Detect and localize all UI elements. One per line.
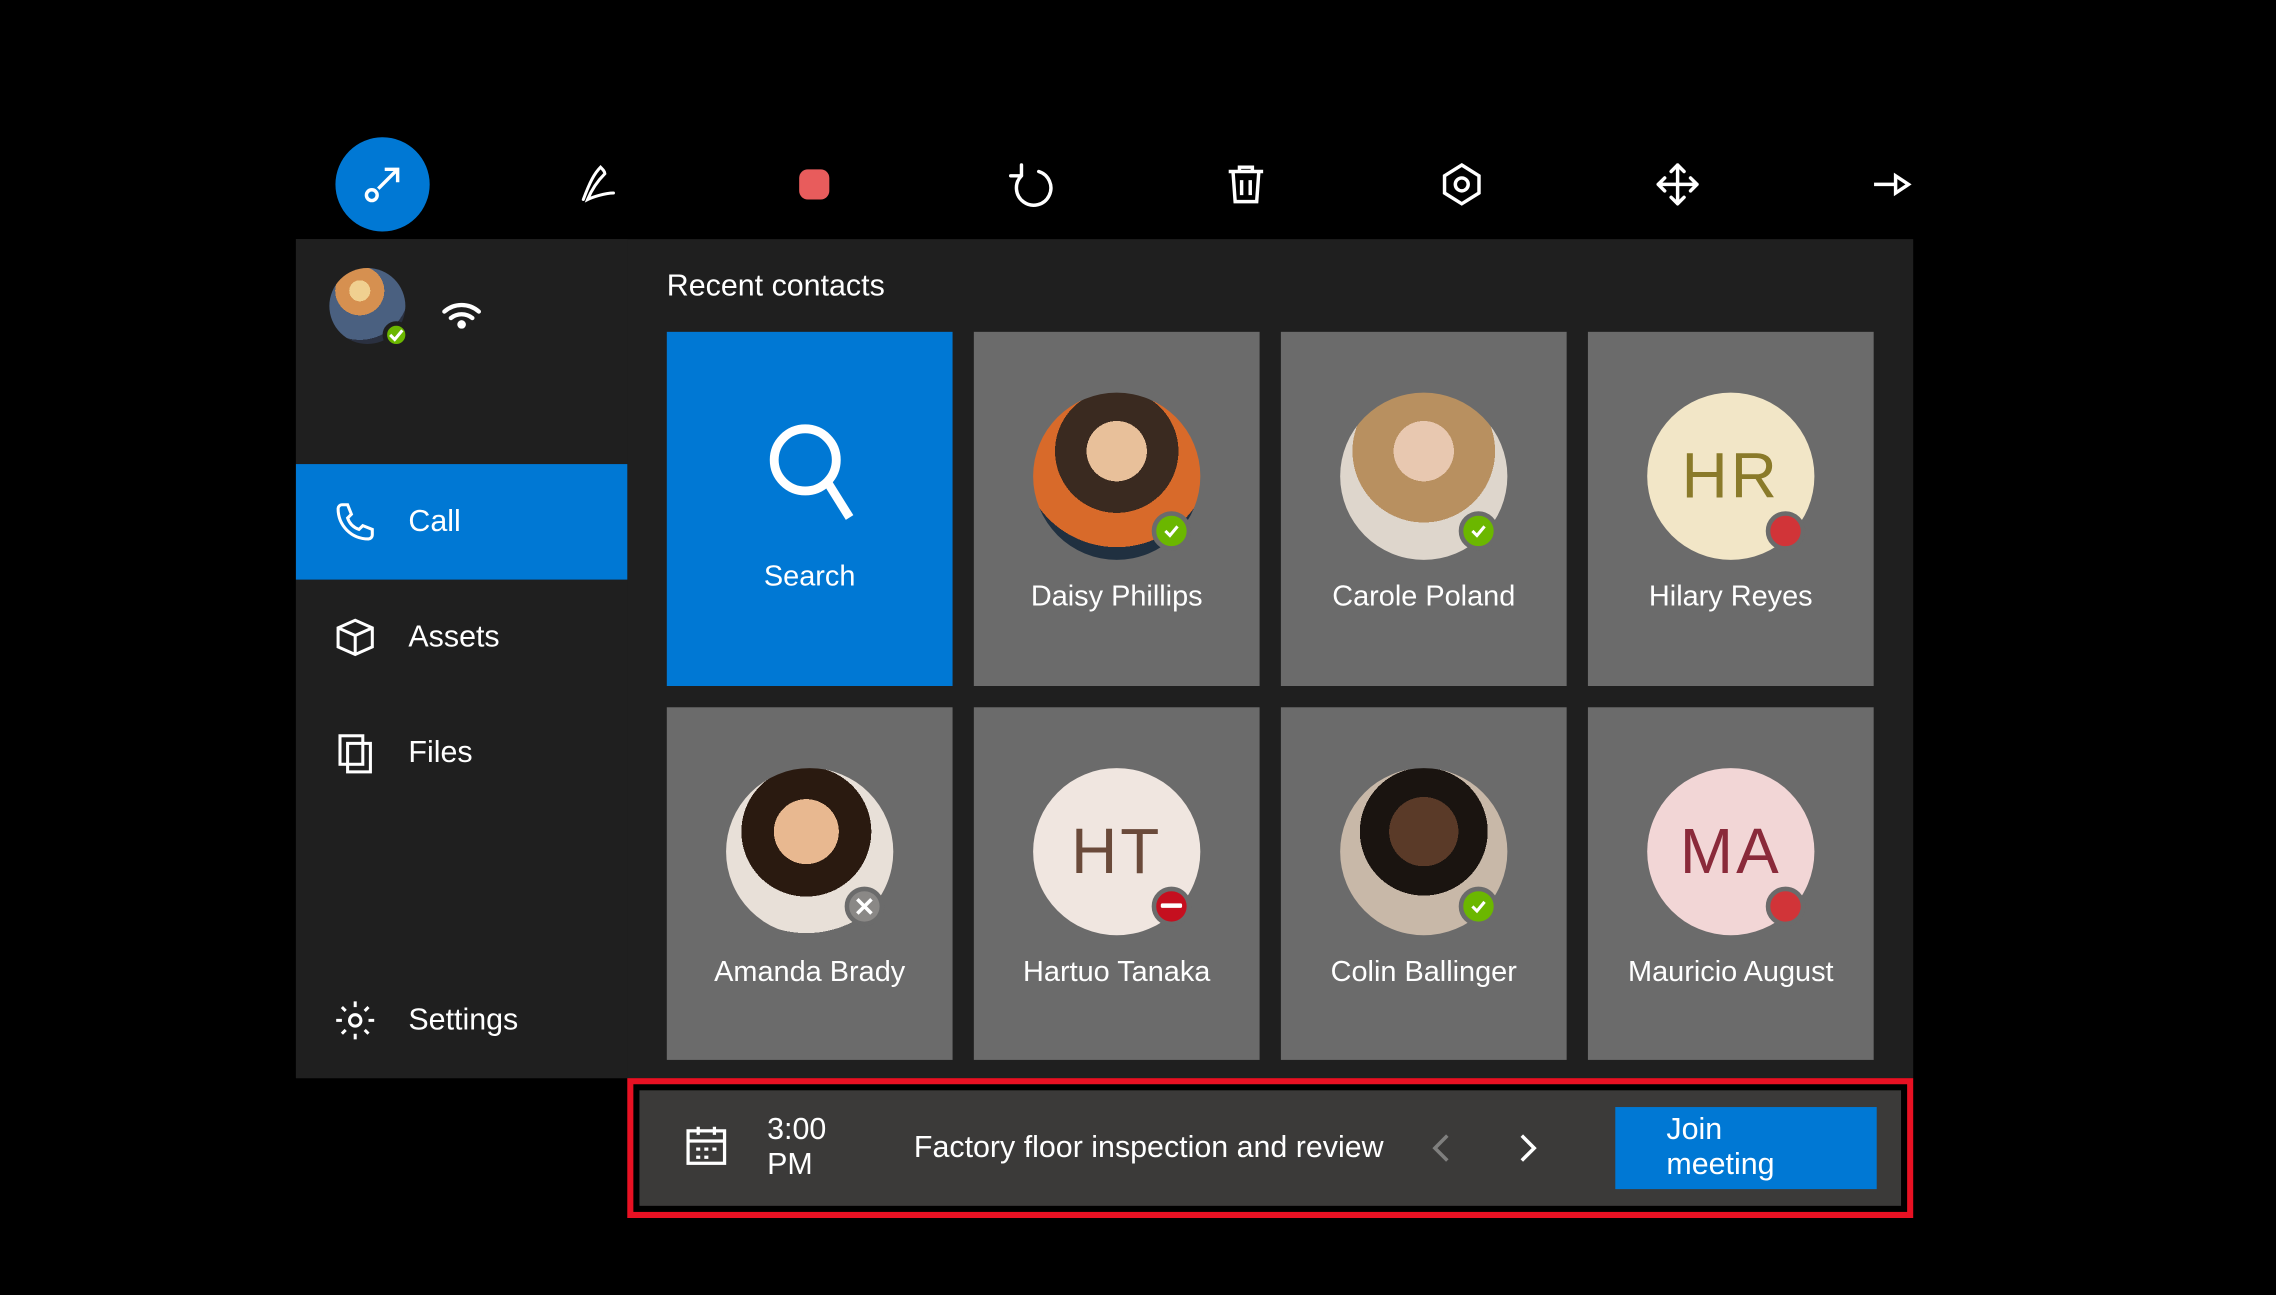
- meeting-title: Factory floor inspection and review: [914, 1130, 1384, 1165]
- pin-icon: [1868, 158, 1920, 210]
- search-label: Search: [764, 560, 856, 593]
- profile-area: [296, 239, 627, 373]
- files-icon: [332, 730, 378, 776]
- pin-button[interactable]: [1846, 137, 1940, 231]
- chevron-right-icon: [1505, 1126, 1548, 1169]
- main-panel: Recent contacts Search Daisy Phillips: [627, 239, 1913, 1078]
- user-avatar[interactable]: [329, 268, 405, 344]
- minimize-button[interactable]: [335, 137, 429, 231]
- toolbar: [13, 123, 2263, 245]
- ink-button[interactable]: [551, 137, 645, 231]
- gear-icon: [332, 997, 378, 1043]
- section-title: Recent contacts: [667, 269, 1874, 304]
- contact-avatar: [726, 767, 893, 934]
- contact-tile[interactable]: Colin Ballinger: [1281, 706, 1567, 1059]
- record-icon: [788, 158, 840, 210]
- contact-name: Amanda Brady: [714, 956, 905, 989]
- contact-name: Carole Poland: [1332, 581, 1515, 614]
- contact-tile[interactable]: Daisy Phillips: [974, 331, 1260, 684]
- package-icon: [332, 614, 378, 660]
- meeting-bar-highlight: 3:00 PM Factory floor inspection and rev…: [627, 1078, 1913, 1218]
- meeting-bar: 3:00 PM Factory floor inspection and rev…: [639, 1090, 1901, 1206]
- contact-name: Hilary Reyes: [1649, 581, 1813, 614]
- nav-item-files[interactable]: Files: [296, 695, 627, 811]
- meeting-time: 3:00 PM: [767, 1113, 871, 1183]
- app-window: Call Assets Files Settings Recent contac…: [296, 239, 1913, 1078]
- presence-available-icon: [1152, 511, 1192, 551]
- calendar-icon: [682, 1119, 731, 1175]
- pen-icon: [573, 158, 625, 210]
- move-button[interactable]: [1630, 137, 1724, 231]
- nav-label: Settings: [408, 1002, 518, 1037]
- contacts-grid: Search Daisy Phillips Carole Poland: [667, 331, 1874, 1059]
- contact-avatar: [1340, 767, 1507, 934]
- nav-label: Call: [408, 504, 460, 539]
- nav-item-assets[interactable]: Assets: [296, 579, 627, 695]
- move-icon: [1652, 158, 1704, 210]
- locate-button[interactable]: [1415, 137, 1509, 231]
- wifi-icon: [436, 276, 488, 335]
- search-tile[interactable]: Search: [667, 331, 953, 684]
- record-button[interactable]: [767, 137, 861, 231]
- join-meeting-button[interactable]: Join meeting: [1615, 1107, 1877, 1189]
- contact-name: Mauricio August: [1628, 956, 1833, 989]
- presence-offline-icon: [845, 886, 885, 926]
- contact-avatar: HR: [1647, 393, 1814, 560]
- presence-dnd-icon: [1152, 886, 1192, 926]
- undo-button[interactable]: [983, 137, 1077, 231]
- contact-avatar: MA: [1647, 767, 1814, 934]
- nav: Call Assets Files: [296, 464, 627, 811]
- presence-available-icon: [1459, 511, 1499, 551]
- presence-busy-icon: [1766, 886, 1806, 926]
- search-icon: [756, 413, 862, 539]
- presence-available-icon: [1459, 886, 1499, 926]
- arrow-collapse-icon: [357, 158, 409, 210]
- next-meeting-button[interactable]: [1505, 1126, 1548, 1169]
- contact-tile[interactable]: Amanda Brady: [667, 706, 953, 1059]
- contact-name: Colin Ballinger: [1331, 956, 1517, 989]
- trash-icon: [1220, 158, 1272, 210]
- contact-tile[interactable]: MA Mauricio August: [1588, 706, 1874, 1059]
- contact-avatar: [1340, 393, 1507, 560]
- target-icon: [1436, 158, 1488, 210]
- contact-name: Hartuo Tanaka: [1023, 956, 1210, 989]
- contact-tile[interactable]: HT Hartuo Tanaka: [974, 706, 1260, 1059]
- contact-tile[interactable]: Carole Poland: [1281, 331, 1567, 684]
- nav-item-call[interactable]: Call: [296, 464, 627, 580]
- nav-label: Files: [408, 735, 472, 770]
- chevron-left-icon: [1420, 1126, 1463, 1169]
- presence-busy-icon: [1766, 511, 1806, 551]
- nav-item-settings[interactable]: Settings: [296, 962, 627, 1078]
- undo-icon: [1004, 158, 1056, 210]
- presence-available-icon: [383, 321, 410, 348]
- previous-meeting-button[interactable]: [1420, 1126, 1463, 1169]
- phone-icon: [332, 499, 378, 545]
- nav-label: Assets: [408, 619, 499, 654]
- delete-button[interactable]: [1199, 137, 1293, 231]
- contact-name: Daisy Phillips: [1031, 581, 1203, 614]
- meeting-nav: [1420, 1126, 1548, 1169]
- contact-tile[interactable]: HR Hilary Reyes: [1588, 331, 1874, 684]
- contact-avatar: HT: [1033, 767, 1200, 934]
- contact-avatar: [1033, 393, 1200, 560]
- sidebar: Call Assets Files Settings: [296, 239, 627, 1078]
